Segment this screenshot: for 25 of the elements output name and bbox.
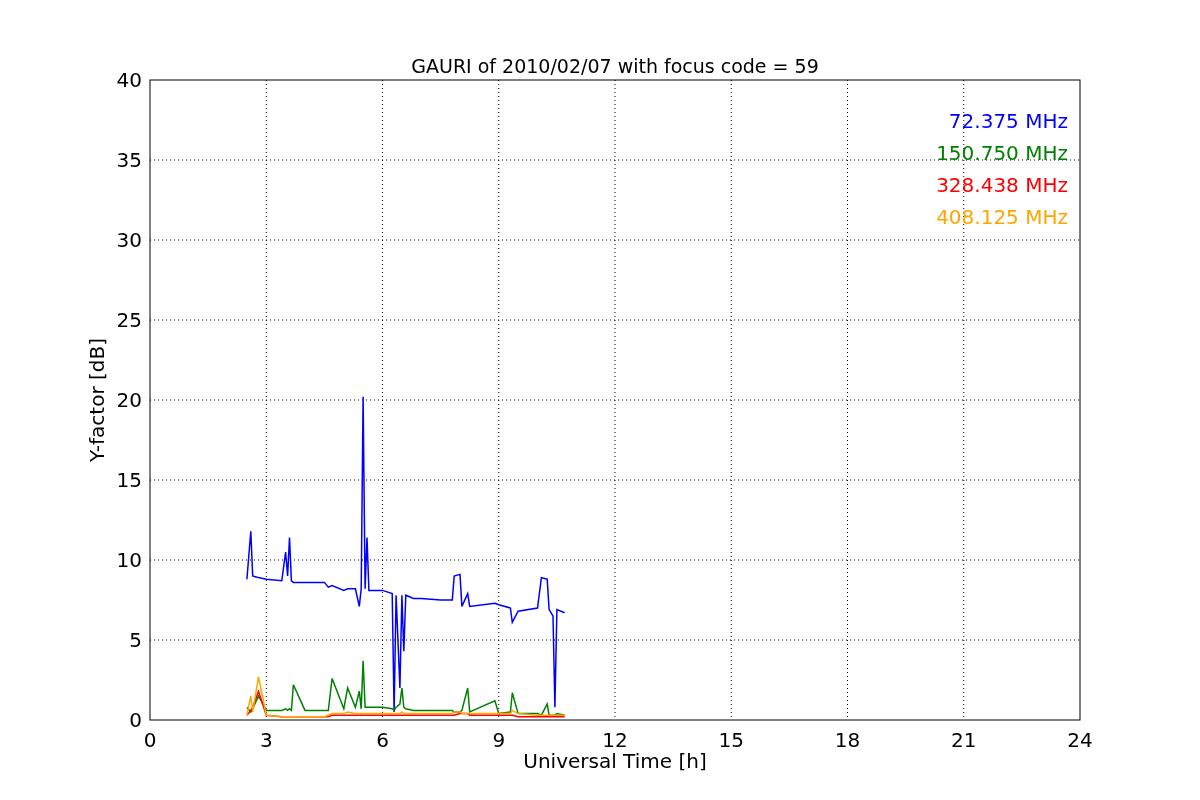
x-tick-label: 6	[376, 728, 389, 752]
legend-label: 328.438 MHz	[936, 173, 1068, 197]
x-tick-label: 21	[951, 728, 977, 752]
x-tick-label: 9	[492, 728, 506, 752]
y-tick-label: 30	[116, 228, 142, 252]
y-tick-label: 35	[116, 148, 142, 172]
legend-label: 150.750 MHz	[936, 141, 1068, 165]
y-tick-label: 5	[129, 628, 142, 652]
x-tick-label: 18	[834, 728, 861, 752]
legend-label: 408.125 MHz	[936, 205, 1068, 229]
x-axis-label: Universal Time [h]	[523, 749, 707, 773]
y-tick-label: 25	[116, 308, 142, 332]
x-tick-label: 15	[718, 728, 744, 752]
y-tick-label: 15	[116, 468, 142, 492]
y-tick-label: 40	[116, 68, 142, 92]
x-tick-label: 0	[143, 728, 157, 752]
chart-title: GAURI of 2010/02/07 with focus code = 59	[411, 55, 819, 77]
x-tick-label: 12	[602, 728, 628, 752]
legend-label: 72.375 MHz	[948, 109, 1068, 133]
y-axis-label: Y-factor [dB]	[85, 338, 109, 462]
x-tick-label: 24	[1067, 728, 1093, 752]
y-tick-label: 10	[116, 548, 142, 572]
x-tick-label: 3	[259, 728, 273, 752]
y-tick-label: 20	[116, 388, 142, 412]
y-tick-label: 0	[129, 708, 142, 732]
